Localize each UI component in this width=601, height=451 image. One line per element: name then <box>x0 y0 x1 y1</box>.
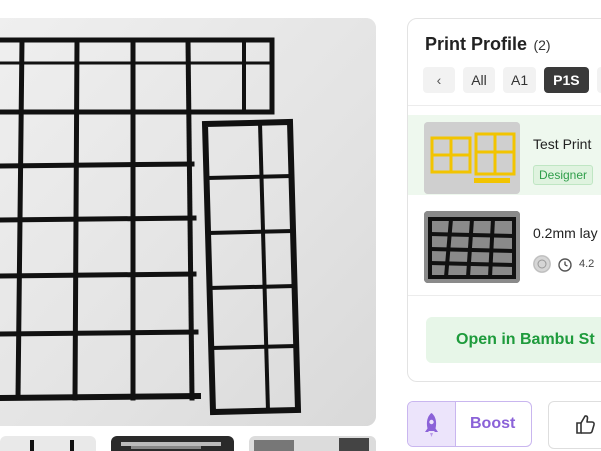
tab-next[interactable] <box>596 67 601 93</box>
printer-filter-tabs: ‹ All A1 P1S <box>423 67 601 93</box>
open-in-bambu-studio-button[interactable]: Open in Bambu St <box>426 317 601 363</box>
boost-label: Boost <box>470 415 516 432</box>
profile-thumbnail <box>424 211 520 283</box>
profile-name: 0.2mm lay <box>533 225 598 241</box>
print-profile-card: Print Profile (2) ‹ All A1 P1S Test Prin… <box>407 18 601 382</box>
boost-button[interactable]: Boost <box>407 401 532 447</box>
profile-item[interactable]: 0.2mm lay 4.2 <box>408 204 601 284</box>
print-time: 4.2 <box>579 258 595 270</box>
tab-p1s[interactable]: P1S <box>544 67 589 93</box>
chevron-left-icon[interactable]: ‹ <box>423 67 455 93</box>
rocket-icon <box>408 402 456 446</box>
divider <box>408 295 601 296</box>
tab-all[interactable]: All <box>463 67 495 93</box>
like-button[interactable] <box>548 401 601 449</box>
avatar <box>533 255 551 273</box>
clock-icon <box>558 258 572 272</box>
thumbnail-strip <box>0 436 376 451</box>
profile-item[interactable]: Test Print Designer <box>408 115 601 195</box>
print-profile-title: Print Profile <box>425 34 528 54</box>
designer-badge: Designer <box>533 165 594 185</box>
main-photo[interactable] <box>0 18 376 426</box>
profile-count: (2) <box>533 37 551 53</box>
tab-a1[interactable]: A1 <box>503 67 537 93</box>
profile-meta: 4.2 <box>533 254 594 274</box>
thumbnail[interactable] <box>0 436 96 451</box>
thumbnail[interactable] <box>111 436 234 451</box>
thumbnail[interactable] <box>249 436 376 451</box>
divider <box>408 105 601 106</box>
profile-thumbnail <box>424 122 520 194</box>
thumbs-up-icon <box>576 415 595 434</box>
profile-name: Test Print <box>533 136 592 152</box>
